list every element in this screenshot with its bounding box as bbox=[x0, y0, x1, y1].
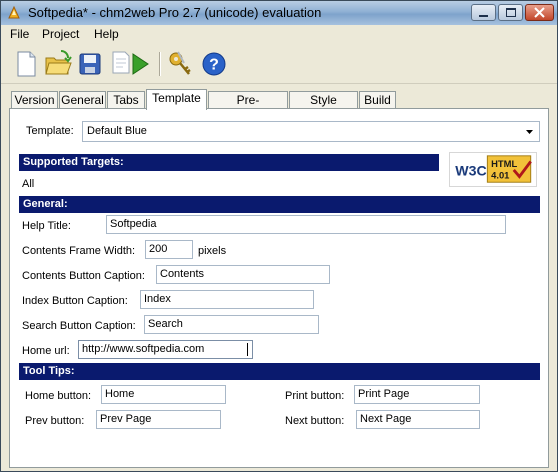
title-bar[interactable]: Softpedia* - chm2web Pro 2.7 (unicode) e… bbox=[1, 1, 557, 25]
run-icon[interactable] bbox=[125, 49, 155, 79]
template-select-value: Default Blue bbox=[87, 125, 147, 137]
contents-button-caption-field[interactable]: Contents bbox=[156, 265, 330, 284]
home-url-label: Home url: bbox=[22, 345, 70, 357]
print-button-field[interactable]: Print Page bbox=[354, 385, 480, 404]
badge-top-text: HTML bbox=[491, 158, 517, 169]
help-title-label: Help Title: bbox=[22, 220, 71, 232]
toolbar: ? bbox=[1, 44, 557, 84]
chevron-down-icon[interactable] bbox=[523, 125, 536, 138]
open-folder-icon[interactable] bbox=[43, 49, 73, 79]
tab-strip: Version General Tabs Template Pre-proces… bbox=[1, 89, 557, 123]
badge-left-text: W3C bbox=[455, 163, 486, 179]
supported-targets-header: Supported Targets: bbox=[19, 154, 439, 171]
tab-general[interactable]: General bbox=[59, 91, 106, 109]
home-button-field[interactable]: Home bbox=[101, 385, 226, 404]
contents-button-caption-label: Contents Button Caption: bbox=[22, 270, 145, 282]
badge-bottom-text: 4.01 bbox=[491, 169, 509, 180]
supported-targets-value: All bbox=[22, 178, 35, 190]
toolbar-separator bbox=[159, 52, 161, 76]
search-button-caption-label: Search Button Caption: bbox=[22, 320, 136, 332]
menu-help[interactable]: Help bbox=[94, 27, 119, 41]
svg-text:?: ? bbox=[209, 57, 219, 74]
template-label: Template: bbox=[26, 125, 74, 137]
tool-tips-header: Tool Tips: bbox=[19, 363, 540, 380]
minimize-button[interactable] bbox=[471, 4, 496, 21]
w3c-html-badge: W3C HTML 4.01 bbox=[449, 152, 537, 187]
maximize-button[interactable] bbox=[498, 4, 523, 21]
help-title-field[interactable]: Softpedia bbox=[106, 215, 506, 234]
home-url-field[interactable]: http://www.softpedia.com bbox=[78, 340, 253, 359]
minimize-icon bbox=[479, 15, 488, 17]
menu-project[interactable]: Project bbox=[42, 27, 79, 41]
contents-frame-width-unit: pixels bbox=[198, 245, 227, 257]
maximize-icon bbox=[506, 8, 516, 17]
new-document-icon[interactable] bbox=[11, 49, 41, 79]
contents-frame-width-field[interactable]: 200 bbox=[145, 240, 193, 259]
general-header: General: bbox=[19, 196, 540, 213]
app-icon bbox=[8, 6, 20, 19]
save-icon[interactable] bbox=[75, 49, 105, 79]
close-button[interactable] bbox=[525, 4, 554, 21]
tab-version[interactable]: Version bbox=[11, 91, 58, 109]
print-button-label: Print button: bbox=[285, 390, 345, 402]
help-icon[interactable]: ? bbox=[199, 49, 229, 79]
next-button-field[interactable]: Next Page bbox=[356, 410, 480, 429]
window-title: Softpedia* - chm2web Pro 2.7 (unicode) e… bbox=[28, 5, 322, 20]
template-select[interactable]: Default Blue bbox=[82, 121, 540, 142]
template-panel: Template: Default Blue Supported Targets… bbox=[9, 108, 549, 468]
menu-file[interactable]: File bbox=[10, 27, 29, 41]
keys-icon[interactable] bbox=[165, 49, 195, 79]
menu-bar: File Project Help bbox=[1, 25, 557, 44]
contents-frame-width-label: Contents Frame Width: bbox=[22, 245, 136, 257]
tab-pre-processing[interactable]: Pre-processing bbox=[208, 91, 288, 123]
home-button-label: Home button: bbox=[25, 390, 92, 402]
index-button-caption-label: Index Button Caption: bbox=[22, 295, 128, 307]
prev-button-label: Prev button: bbox=[25, 415, 85, 427]
index-button-caption-field[interactable]: Index bbox=[140, 290, 314, 309]
search-button-caption-field[interactable]: Search bbox=[144, 315, 319, 334]
next-button-label: Next button: bbox=[285, 415, 345, 427]
prev-button-field[interactable]: Prev Page bbox=[96, 410, 221, 429]
app-window: Softpedia* - chm2web Pro 2.7 (unicode) e… bbox=[0, 0, 558, 472]
tab-style-sheets[interactable]: Style Sheets bbox=[289, 91, 358, 123]
tab-build[interactable]: Build bbox=[359, 91, 396, 109]
tab-template[interactable]: Template bbox=[146, 89, 207, 110]
tab-tabs[interactable]: Tabs bbox=[107, 91, 145, 109]
close-icon bbox=[534, 7, 545, 18]
